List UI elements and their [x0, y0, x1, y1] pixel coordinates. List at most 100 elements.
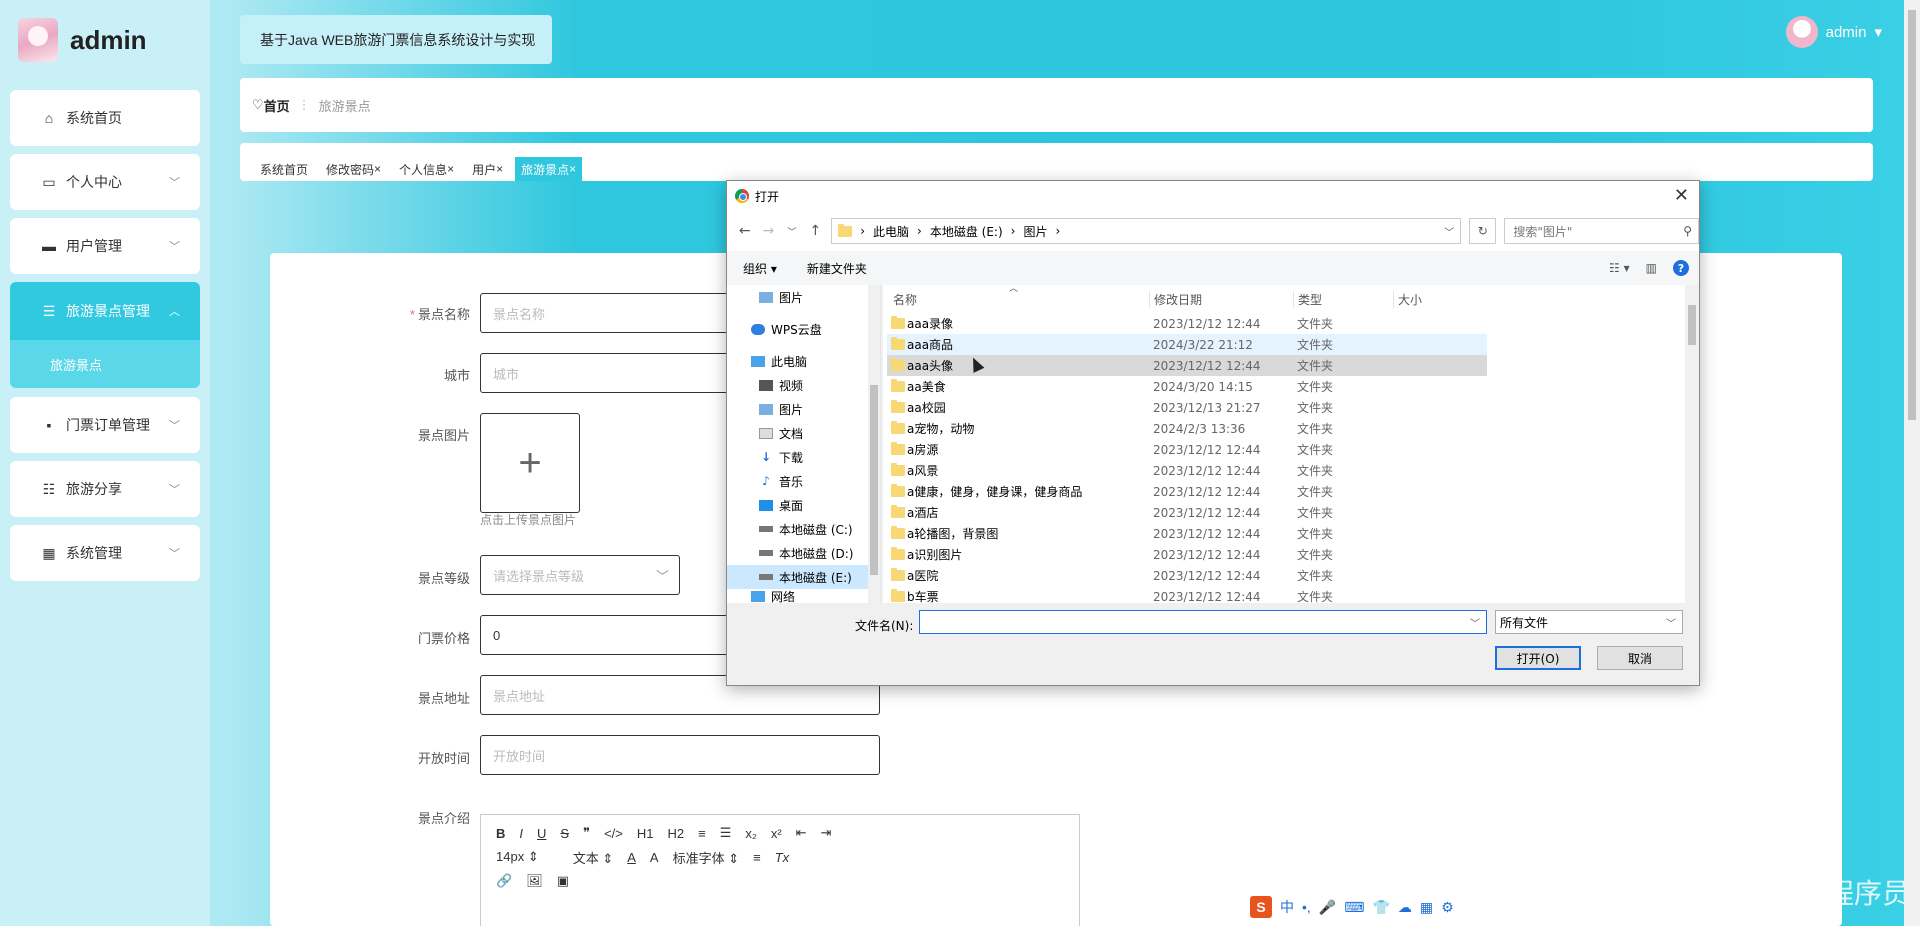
rich-text-editor[interactable]: B I U S ❞ </> H1 H2 ≡ ☰ x₂ x² ⇤ ⇥ 14px ⇕… — [480, 814, 1080, 926]
settings-icon[interactable]: ⚙ — [1441, 899, 1454, 916]
outdent-button[interactable]: ⇤ — [796, 825, 807, 841]
superscript-button[interactable]: x² — [771, 826, 782, 841]
tree-item[interactable]: 图片 — [727, 397, 880, 421]
quote-button[interactable]: ❞ — [583, 825, 590, 841]
refresh-button[interactable]: ↻ — [1469, 218, 1497, 244]
skin-icon[interactable]: 👕 — [1372, 899, 1389, 916]
close-icon[interactable]: × — [496, 162, 503, 176]
tree-item[interactable]: 视频 — [727, 373, 880, 397]
open-button[interactable]: 打开(O) — [1495, 646, 1581, 670]
column-type[interactable]: 类型 — [1293, 290, 1322, 308]
organize-button[interactable]: 组织 ▾ — [743, 260, 777, 277]
tree-item[interactable]: WPS云盘 — [727, 317, 880, 341]
view-options-icon[interactable]: ☷ ▾ — [1609, 261, 1630, 275]
file-row[interactable]: a宠物，动物 2024/2/3 13:36 文件夹 — [887, 418, 1487, 439]
sidebar-item-personal-center[interactable]: ▭ 个人中心 ﹀ — [10, 154, 200, 210]
italic-button[interactable]: I — [519, 826, 523, 841]
address-bar[interactable]: › 此电脑 › 本地磁盘 (E:) › 图片 › ﹀ — [831, 218, 1462, 244]
close-icon[interactable]: × — [569, 162, 576, 176]
close-icon[interactable]: × — [374, 162, 381, 176]
file-row[interactable]: a识别图片 2023/12/12 12:44 文件夹 — [887, 544, 1487, 565]
tree-item[interactable]: 文档 — [727, 421, 880, 445]
tree-item[interactable]: ↓ 下载 — [727, 445, 880, 469]
up-arrow-icon[interactable]: ↑ — [808, 223, 824, 239]
underline-button[interactable]: U — [537, 826, 546, 841]
column-date[interactable]: 修改日期 — [1149, 290, 1202, 308]
scrollbar-thumb[interactable] — [1908, 10, 1916, 420]
path-segment[interactable]: 图片 — [1023, 223, 1047, 240]
filetype-select[interactable]: 所有文件 ﹀ — [1495, 610, 1683, 634]
forward-arrow-icon[interactable]: → — [761, 223, 777, 239]
path-segment[interactable]: 本地磁盘 (E:) — [930, 223, 1003, 240]
close-icon[interactable]: ✕ — [1674, 185, 1689, 206]
keyboard-icon[interactable]: ⌨ — [1344, 899, 1364, 916]
bold-button[interactable]: B — [496, 826, 505, 841]
file-list-scrollbar[interactable] — [1685, 285, 1699, 603]
code-button[interactable]: </> — [604, 826, 623, 841]
path-segment[interactable]: 此电脑 — [873, 223, 909, 240]
level-select[interactable]: 请选择景点等级 ﹀ — [480, 555, 680, 595]
tag-home[interactable]: 系统首页 — [254, 157, 314, 181]
recent-dropdown-icon[interactable]: ﹀ — [784, 225, 800, 238]
file-row[interactable]: a轮播图，背景图 2023/12/12 12:44 文件夹 — [887, 523, 1487, 544]
ordered-list-button[interactable]: ≡ — [698, 826, 706, 841]
apps-icon[interactable]: ▦ — [1420, 899, 1433, 916]
cancel-button[interactable]: 取消 — [1597, 646, 1683, 670]
column-size[interactable]: 大小 — [1393, 290, 1422, 308]
strike-button[interactable]: S — [560, 826, 569, 841]
punctuation-icon[interactable]: •, — [1302, 899, 1311, 915]
help-icon[interactable]: ? — [1673, 260, 1689, 276]
tag-user[interactable]: 用户 × — [466, 157, 509, 181]
clear-format-button[interactable]: Tx — [775, 850, 789, 865]
chevron-down-icon[interactable]: ﹀ — [1444, 224, 1454, 239]
column-name[interactable]: 名称 — [893, 291, 917, 308]
new-folder-button[interactable]: 新建文件夹 — [807, 260, 867, 277]
tree-item[interactable]: ♪ 音乐 — [727, 469, 880, 493]
file-row[interactable]: aaa录像 2023/12/12 12:44 文件夹 — [887, 313, 1487, 334]
scrollbar-thumb[interactable] — [870, 385, 878, 575]
preview-pane-icon[interactable]: ▥ — [1646, 261, 1657, 275]
sidebar-item-attraction-management[interactable]: ☰ 旅游景点管理 ︿ — [10, 282, 200, 340]
image-upload[interactable]: + — [480, 413, 580, 513]
tree-item[interactable]: 桌面 — [727, 493, 880, 517]
breadcrumb-home[interactable]: 首页 — [264, 96, 290, 115]
sidebar-subitem-attractions[interactable]: 旅游景点 — [10, 340, 200, 388]
cloud-icon[interactable]: ☁ — [1398, 899, 1412, 916]
align-button[interactable]: ≡ — [753, 850, 761, 865]
close-icon[interactable]: × — [447, 162, 454, 176]
filename-input[interactable]: ﹀ — [919, 610, 1487, 634]
text-style-select[interactable]: 文本 ⇕ — [573, 848, 614, 867]
bullet-list-button[interactable]: ☰ — [720, 825, 732, 841]
search-input[interactable]: 搜索"图片" ⚲ — [1504, 218, 1699, 244]
sidebar-item-home[interactable]: ⌂ 系统首页 — [10, 90, 200, 146]
link-icon[interactable]: 🔗 — [496, 873, 512, 889]
ime-toolbar[interactable]: S 中 •, 🎤 ⌨ 👕 ☁ ▦ ⚙ — [1244, 893, 1472, 921]
image-icon[interactable]: 🖼 — [526, 873, 543, 889]
file-row[interactable]: a风景 2023/12/12 12:44 文件夹 — [887, 460, 1487, 481]
file-row[interactable]: a房源 2023/12/12 12:44 文件夹 — [887, 439, 1487, 460]
sidebar-item-ticket-orders[interactable]: ▪ 门票订单管理 ﹀ — [10, 397, 200, 453]
video-icon[interactable]: ▣ — [557, 873, 569, 889]
back-arrow-icon[interactable]: ← — [737, 223, 753, 239]
subscript-button[interactable]: x₂ — [745, 826, 757, 841]
file-row[interactable]: aa美食 2024/3/20 14:15 文件夹 — [887, 376, 1487, 397]
tag-change-password[interactable]: 修改密码 × — [320, 157, 387, 181]
tree-item[interactable]: 网络 — [727, 589, 880, 603]
chevron-down-icon[interactable]: ﹀ — [1470, 615, 1480, 630]
sidebar-item-system-management[interactable]: ▦ 系统管理 ﹀ — [10, 525, 200, 581]
tree-item[interactable]: 本地磁盘 (C:) — [727, 517, 880, 541]
file-row[interactable]: a健康，健身，健身课，健身商品 2023/12/12 12:44 文件夹 — [887, 481, 1487, 502]
h2-button[interactable]: H2 — [668, 826, 685, 841]
tree-item[interactable]: 本地磁盘 (D:) — [727, 541, 880, 565]
sidebar-item-user-management[interactable]: ▬ 用户管理 ﹀ — [10, 218, 200, 274]
scrollbar-thumb[interactable] — [1688, 305, 1696, 345]
file-row[interactable]: aaa商品 2024/3/22 21:12 文件夹 — [887, 334, 1487, 355]
page-scrollbar[interactable] — [1904, 0, 1920, 926]
indent-button[interactable]: ⇥ — [821, 825, 832, 841]
bg-color-button[interactable]: A — [650, 850, 659, 865]
tree-scrollbar[interactable] — [868, 285, 880, 603]
tag-attractions[interactable]: 旅游景点 × — [515, 157, 583, 181]
ime-mode[interactable]: 中 — [1280, 897, 1294, 917]
file-row[interactable]: a医院 2023/12/12 12:44 文件夹 — [887, 565, 1487, 586]
file-row[interactable]: aa校园 2023/12/13 21:27 文件夹 — [887, 397, 1487, 418]
